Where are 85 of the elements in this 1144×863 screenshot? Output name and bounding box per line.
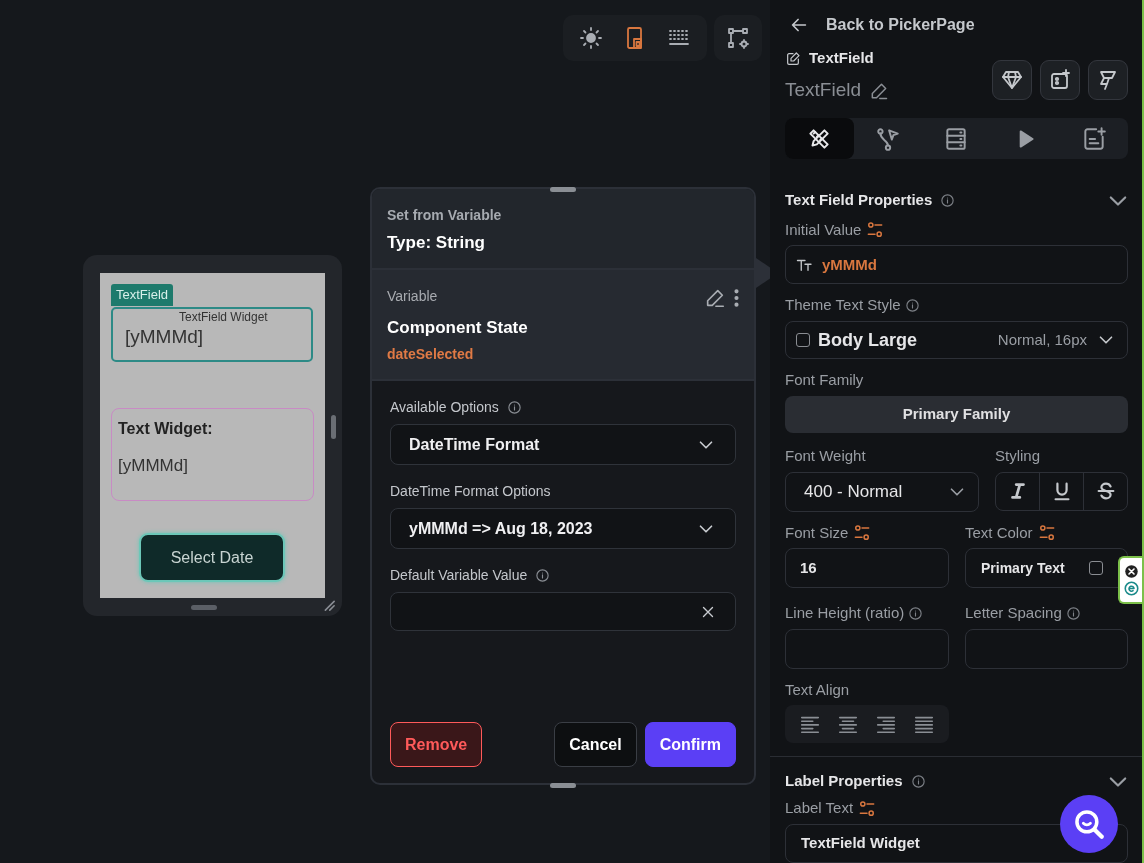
select-date-button[interactable]: Select Date bbox=[139, 533, 285, 582]
style-detail: Normal, 16px bbox=[997, 329, 1087, 350]
dropdown-value: Primary Text bbox=[981, 558, 1065, 578]
field-label: Available Options bbox=[390, 398, 499, 417]
field-label: Letter Spacing bbox=[965, 603, 1062, 623]
dropdown[interactable]: 400 - Normal bbox=[785, 471, 979, 512]
diamond-button[interactable] bbox=[992, 60, 1032, 100]
field-label: Default Variable Value bbox=[390, 566, 528, 585]
dropdown-value: DateTime Format bbox=[409, 434, 540, 455]
info-icon bbox=[908, 605, 924, 621]
dropdown[interactable]: Body Large Normal, 16px bbox=[785, 320, 1128, 360]
field-label: Initial Value bbox=[785, 219, 862, 240]
add-component-icon bbox=[1048, 68, 1072, 92]
font-family-button[interactable]: Primary Family bbox=[785, 395, 1128, 433]
input-field[interactable] bbox=[785, 628, 949, 669]
widget-name: TextField bbox=[785, 78, 862, 102]
variable-label: Variable bbox=[387, 286, 439, 306]
field-label: Font Family bbox=[785, 370, 864, 391]
edit-square-icon bbox=[785, 50, 801, 67]
close-icon bbox=[1123, 564, 1139, 579]
search-icon bbox=[1072, 807, 1106, 841]
field-label: Theme Text Style bbox=[785, 295, 901, 316]
section-title: Label Properties bbox=[785, 771, 903, 791]
node-graph-icon bbox=[726, 26, 750, 50]
widget-type: TextField bbox=[809, 48, 874, 69]
info-icon bbox=[506, 400, 522, 415]
field-label: TextField Widget bbox=[177, 310, 270, 324]
drag-handle[interactable] bbox=[550, 187, 576, 192]
checkbox[interactable] bbox=[796, 333, 810, 348]
diamond-icon bbox=[1000, 68, 1024, 92]
dropdown-value: yMMMd => Aug 18, 2023 bbox=[409, 518, 593, 539]
info-icon bbox=[940, 193, 956, 209]
dropdown[interactable]: DateTime Format bbox=[390, 424, 736, 465]
info-icon bbox=[1065, 605, 1081, 621]
info-icon bbox=[904, 298, 920, 314]
input-field[interactable]: 16 bbox=[785, 548, 949, 588]
dropdown[interactable]: Primary Text bbox=[965, 548, 1128, 588]
field-label: Text Color bbox=[965, 522, 1033, 543]
input-field[interactable]: yMMMd bbox=[785, 245, 1128, 285]
drag-handle[interactable] bbox=[550, 783, 576, 788]
cursor-path-icon bbox=[874, 125, 901, 152]
add-component-button[interactable] bbox=[1040, 60, 1080, 100]
resize-handle[interactable] bbox=[191, 605, 217, 610]
variable-name: dateSelected bbox=[387, 345, 475, 364]
section-title: Text Field Properties bbox=[785, 190, 933, 211]
back-link[interactable]: Back to PickerPage bbox=[785, 12, 1128, 38]
selection-tag: TextField bbox=[111, 284, 174, 306]
panel-tab[interactable] bbox=[785, 118, 854, 159]
input-field[interactable] bbox=[390, 592, 736, 631]
checkbox[interactable] bbox=[1089, 561, 1103, 575]
field-label: Line Height (ratio) bbox=[785, 603, 905, 623]
field-label: Text Align bbox=[785, 679, 850, 700]
pencil-icon bbox=[869, 81, 890, 101]
field-label: Label Text bbox=[785, 798, 854, 819]
input-field[interactable]: TextField Widget bbox=[785, 823, 1128, 863]
chevron-icon bbox=[1108, 195, 1128, 208]
text-field[interactable]: TextField Widget [yMMMd] bbox=[111, 307, 313, 362]
info-icon bbox=[535, 568, 551, 583]
remove-button[interactable]: Remove bbox=[390, 722, 483, 767]
scroll-handle[interactable] bbox=[331, 415, 336, 439]
field-value: yMMMd bbox=[822, 254, 877, 275]
field-label: Font Size bbox=[785, 522, 849, 543]
cancel-button[interactable]: Cancel bbox=[554, 722, 637, 767]
text-value: [yMMMd] bbox=[118, 455, 189, 477]
field-value: TextField Widget bbox=[801, 833, 920, 854]
dropdown-value: 400 - Normal bbox=[804, 480, 903, 503]
chevron-icon bbox=[1108, 776, 1128, 788]
variable-source: Component State bbox=[387, 316, 529, 339]
field-label: DateTime Format Options bbox=[390, 482, 551, 501]
field-value: 16 bbox=[800, 557, 817, 578]
confirm-button[interactable]: Confirm bbox=[644, 722, 736, 767]
dialog-subtitle: Set from Variable bbox=[387, 206, 503, 225]
field-label: Font Weight bbox=[785, 446, 866, 466]
dialog-title: Type: String bbox=[387, 232, 486, 254]
dropdown[interactable]: yMMMd => Aug 18, 2023 bbox=[390, 508, 736, 549]
text-title: Text Widget: bbox=[118, 419, 214, 439]
pencil-icon bbox=[704, 287, 726, 310]
sun-icon bbox=[579, 26, 603, 50]
field-label: Styling bbox=[995, 446, 1041, 466]
dropdown-value: Body Large bbox=[818, 328, 918, 352]
extension-icon bbox=[1123, 581, 1139, 596]
more-icon bbox=[734, 289, 739, 308]
field-value: [yMMMd] bbox=[125, 325, 204, 349]
info-icon bbox=[910, 773, 926, 789]
input-field[interactable] bbox=[965, 628, 1128, 669]
